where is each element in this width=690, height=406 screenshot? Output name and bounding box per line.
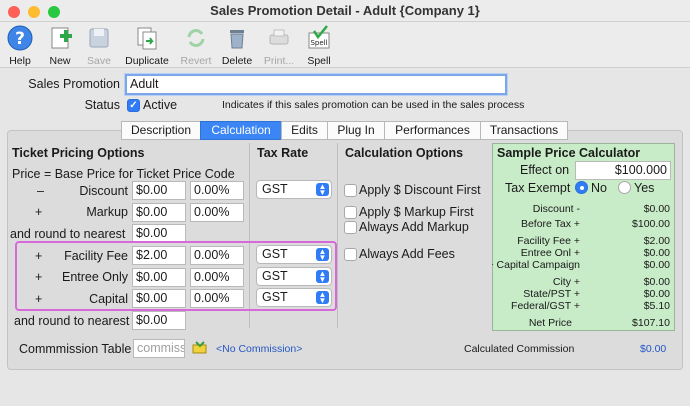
no-commission-link[interactable]: <No Commission>	[216, 343, 302, 355]
trash-icon	[230, 30, 244, 49]
calculated-commission-value: $0.00	[640, 343, 667, 355]
sample-row-label: Capital Campaign +	[492, 259, 580, 271]
apply-discount-first-label: Apply $ Discount First	[359, 183, 481, 197]
commission-table-field[interactable]: commission	[133, 339, 185, 358]
sample-row-label: State/PST +	[523, 288, 580, 300]
toolbar: ? Help New Save Duplicate Revert Delete …	[0, 22, 690, 68]
calculation-options-header: Calculation Options	[345, 146, 464, 160]
svg-text:Spell: Spell	[310, 39, 327, 47]
tab-edits[interactable]: Edits	[281, 121, 328, 140]
effect-on-label: Effect on	[520, 163, 570, 177]
printer-icon	[269, 29, 289, 45]
sales-promotion-label: Sales Promotion	[28, 77, 120, 91]
commission-table-label: Commmission Table	[19, 342, 132, 356]
tax-rate-header: Tax Rate	[257, 146, 309, 160]
markup-amount-field[interactable]: $0.00	[132, 203, 186, 222]
sample-row-value: $100.00	[632, 218, 670, 230]
revert-button[interactable]: Revert	[178, 22, 214, 68]
net-price-value: $107.10	[632, 317, 670, 329]
tax-exempt-no-label: No	[591, 181, 607, 195]
round-to-nearest-label-2: and round to nearest	[14, 314, 130, 328]
sample-row-value: $0.00	[643, 259, 670, 271]
tab-plug-in[interactable]: Plug In	[327, 121, 385, 140]
sample-row-value: $2.00	[643, 235, 670, 247]
discount-tax-select[interactable]: GST ▲ ▼	[256, 180, 332, 199]
spellcheck-icon: Spell	[308, 25, 330, 49]
always-add-markup-label: Always Add Markup	[359, 220, 469, 234]
revert-arrows-icon	[187, 29, 205, 47]
duplicate-icon	[137, 27, 157, 50]
save-disk-icon	[89, 28, 109, 48]
discount-amount-field[interactable]: $0.00	[132, 181, 186, 200]
duplicate-button[interactable]: Duplicate	[124, 22, 170, 68]
apply-markup-first-checkbox[interactable]	[344, 206, 357, 219]
new-document-icon	[51, 27, 72, 49]
effect-on-field[interactable]: $100.000	[575, 161, 671, 180]
sample-row-value: $0.00	[643, 288, 670, 300]
calculated-commission-label: Calculated Commission	[464, 343, 575, 355]
tax-exempt-no-radio[interactable]	[575, 181, 588, 194]
save-button[interactable]: Save	[83, 22, 115, 68]
title-bar: Sales Promotion Detail - Adult {Company …	[0, 0, 690, 22]
always-add-fees-checkbox[interactable]	[344, 248, 357, 261]
sample-row-value: $5.10	[643, 300, 670, 312]
sample-row-value: $0.00	[643, 247, 670, 259]
sample-calculator-header: Sample Price Calculator	[497, 146, 641, 160]
sample-row-label: Facility Fee +	[517, 235, 580, 247]
round-to-nearest-label: and round to nearest	[10, 227, 126, 241]
fees-highlight-box	[15, 241, 337, 311]
tax-exempt-yes-radio[interactable]	[618, 181, 631, 194]
always-add-fees-label: Always Add Fees	[359, 247, 455, 261]
delete-button[interactable]: Delete	[220, 22, 254, 68]
new-button[interactable]: New	[44, 22, 76, 68]
ticket-pricing-header: Ticket Pricing Options	[12, 146, 145, 160]
spell-button[interactable]: Spell Spell	[302, 22, 336, 68]
active-label: Active	[143, 98, 178, 112]
tab-description[interactable]: Description	[121, 121, 201, 140]
status-label: Status	[84, 98, 120, 112]
sales-promotion-field[interactable]: Adult	[125, 74, 507, 95]
sample-row-label: City +	[552, 276, 580, 288]
always-add-markup-checkbox[interactable]	[344, 221, 357, 234]
tab-performances[interactable]: Performances	[384, 121, 481, 140]
chevron-updown-icon: ▲ ▼	[316, 183, 329, 197]
net-price-label: Net Price	[528, 317, 572, 329]
sample-row-value: $0.00	[643, 276, 670, 288]
sample-row-label: Before Tax +	[520, 218, 580, 230]
window-title: Sales Promotion Detail - Adult {Company …	[210, 3, 480, 18]
sample-row-label: Discount -	[532, 203, 580, 215]
help-icon: ?	[7, 25, 33, 51]
pricing-formula: Price = Base Price for Ticket Price Code	[12, 167, 235, 181]
apply-markup-first-label: Apply $ Markup First	[359, 205, 474, 219]
print-button[interactable]: Print...	[260, 22, 298, 68]
tab-transactions[interactable]: Transactions	[480, 121, 568, 140]
apply-discount-first-checkbox[interactable]	[344, 184, 357, 197]
sample-row-label: Entree Onl +	[520, 247, 580, 259]
lookup-icon[interactable]	[192, 340, 208, 356]
markup-percent-field[interactable]: 0.00%	[190, 203, 244, 222]
sample-row-value: $0.00	[643, 203, 670, 215]
svg-text:?: ?	[15, 29, 25, 49]
markup-label: Markup	[86, 205, 128, 219]
help-button[interactable]: ? Help	[4, 22, 36, 68]
discount-label: Discount	[79, 184, 128, 198]
discount-tax-value: GST	[262, 182, 288, 196]
active-checkbox[interactable]: ✓	[127, 99, 140, 112]
tax-exempt-yes-label: Yes	[634, 181, 655, 195]
sample-row-label: Federal/GST +	[511, 300, 580, 312]
discount-percent-field[interactable]: 0.00%	[190, 181, 244, 200]
round-to-nearest-field-2[interactable]: $0.00	[132, 311, 186, 330]
column-separator	[337, 143, 338, 328]
tax-exempt-label: Tax Exempt	[505, 181, 571, 195]
tab-calculation[interactable]: Calculation	[200, 121, 282, 140]
status-hint: Indicates if this sales promotion can be…	[222, 99, 525, 111]
